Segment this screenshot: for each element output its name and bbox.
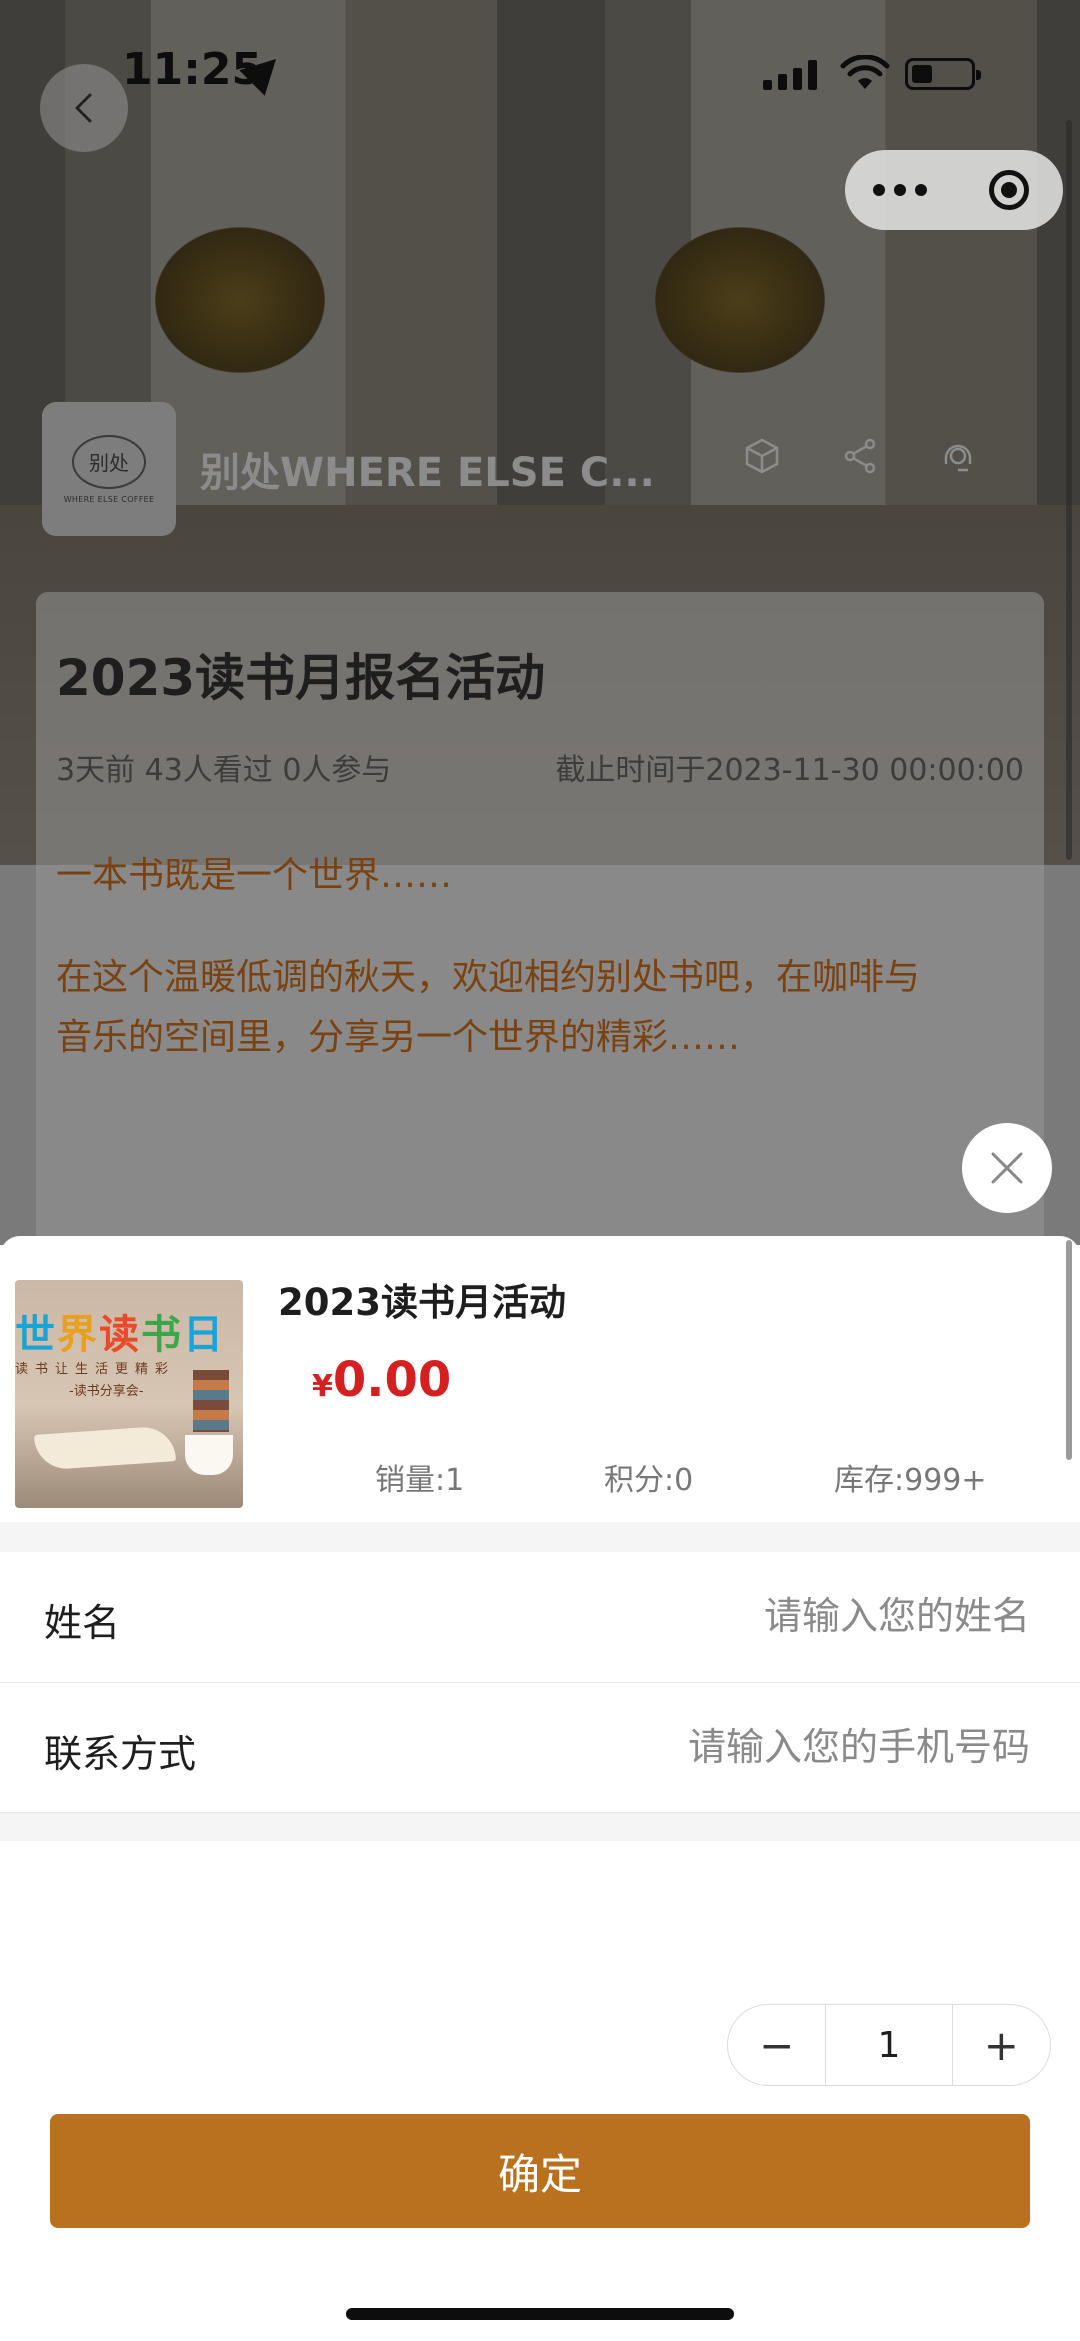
share-icon[interactable] xyxy=(838,434,882,478)
cube-icon[interactable] xyxy=(740,434,784,478)
chevron-left-icon xyxy=(75,93,92,123)
name-input[interactable] xyxy=(508,1582,1032,1650)
close-sheet-button[interactable] xyxy=(962,1123,1052,1213)
activity-title: 2023读书月报名活动 xyxy=(56,649,546,707)
contact-label: 联系方式 xyxy=(44,1732,197,1776)
activity-paragraph: 在这个温暖低调的秋天，欢迎相约别处书吧，在咖啡与 xyxy=(56,957,921,998)
name-row: 姓名 xyxy=(0,1552,1080,1682)
product-title: 2023读书月活动 xyxy=(278,1281,566,1324)
phone-input[interactable] xyxy=(508,1713,1032,1781)
increase-button[interactable]: + xyxy=(953,2005,1050,2085)
status-bar: 11:25 xyxy=(0,0,1080,140)
section-divider xyxy=(0,1813,1080,1841)
product-image-line: -读书分享会- xyxy=(69,1384,144,1399)
stock-count: 库存:999+ xyxy=(834,1463,987,1498)
miniprogram-capsule xyxy=(845,150,1063,230)
currency-symbol: ¥ xyxy=(312,1369,333,1404)
activity-paragraph: 一本书既是一个世界…… xyxy=(56,855,453,896)
book-stack-graphic xyxy=(193,1370,229,1432)
product-price: ¥0.00 xyxy=(312,1352,451,1408)
logo-mark: 别处 xyxy=(72,434,146,489)
confirm-button[interactable]: 确定 xyxy=(50,2114,1030,2228)
page-scrollbar[interactable] xyxy=(1066,120,1072,860)
store-name[interactable]: 别处WHERE ELSE C... xyxy=(200,440,655,498)
quantity-value[interactable]: 1 xyxy=(825,2005,953,2085)
quantity-stepper: − 1 + xyxy=(727,2004,1051,2086)
store-actions xyxy=(740,434,980,478)
product-image: 世界读书日 读书让生活更精彩 -读书分享会- xyxy=(15,1280,243,1508)
sales-count: 销量:1 xyxy=(375,1463,465,1498)
activity-deadline: 截止时间于2023-11-30 00:00:00 xyxy=(555,753,1024,788)
back-button[interactable] xyxy=(40,64,128,152)
price-value: 0.00 xyxy=(332,1352,452,1408)
decrease-button[interactable]: − xyxy=(728,2005,825,2085)
close-miniprogram-button[interactable] xyxy=(955,150,1063,230)
logo-subtext: WHERE ELSE COFFEE xyxy=(63,494,155,504)
customer-service-icon[interactable] xyxy=(936,434,980,478)
more-button[interactable] xyxy=(845,150,955,230)
product-image-title: 世界读书日 xyxy=(15,1311,225,1358)
activity-paragraph: 音乐的空间里，分享另一个世界的精彩…… xyxy=(56,1017,741,1058)
battery-icon xyxy=(905,58,981,90)
home-indicator[interactable] xyxy=(346,2308,734,2320)
wifi-icon xyxy=(840,55,890,89)
target-icon xyxy=(989,170,1029,210)
store-logo[interactable]: 别处 WHERE ELSE COFFEE xyxy=(42,402,176,536)
open-book-graphic xyxy=(33,1425,177,1471)
name-label: 姓名 xyxy=(44,1601,121,1645)
sheet-scrollbar[interactable] xyxy=(1066,1240,1072,1460)
activity-meta: 3天前 43人看过 0人参与 xyxy=(56,753,392,788)
points-value: 积分:0 xyxy=(604,1463,694,1498)
section-divider xyxy=(0,1522,1080,1552)
contact-row: 联系方式 xyxy=(0,1683,1080,1813)
close-icon xyxy=(991,1152,1023,1184)
coffee-cup-graphic xyxy=(185,1435,233,1475)
signal-icon xyxy=(763,58,821,90)
